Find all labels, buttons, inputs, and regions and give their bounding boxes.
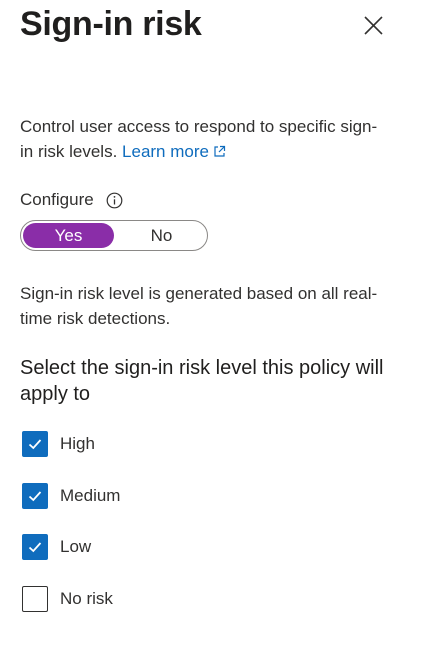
checkbox-high-box[interactable] xyxy=(22,431,48,457)
risk-level-note: Sign-in risk level is generated based on… xyxy=(20,284,378,328)
checkbox-no-risk-label: No risk xyxy=(60,589,113,608)
learn-more-link[interactable]: Learn more xyxy=(122,142,226,161)
checkbox-low[interactable]: Low xyxy=(22,534,91,560)
external-link-icon xyxy=(214,145,226,157)
checkmark-icon xyxy=(28,439,42,450)
checkbox-medium[interactable]: Medium xyxy=(22,483,120,509)
risk-level-heading: Select the sign-in risk level this polic… xyxy=(20,357,384,405)
checkbox-medium-label: Medium xyxy=(60,486,121,505)
checkbox-no-risk[interactable]: No risk xyxy=(22,586,113,612)
description: Control user access to respond to specif… xyxy=(20,114,390,164)
close-icon xyxy=(364,16,383,35)
checkmark-icon xyxy=(28,491,42,502)
checkbox-high[interactable]: High xyxy=(22,431,95,457)
configure-label: Configure xyxy=(20,190,94,209)
toggle-yes[interactable]: Yes xyxy=(23,223,114,248)
checkbox-medium-box[interactable] xyxy=(22,483,48,509)
page-title: Sign-in risk xyxy=(20,5,202,43)
info-icon[interactable] xyxy=(106,192,123,209)
learn-more-label: Learn more xyxy=(122,142,209,161)
sign-in-risk-panel: Sign-in risk Control user access to resp… xyxy=(0,0,428,645)
configure-row: Configure xyxy=(20,190,123,210)
checkbox-no-risk-box[interactable] xyxy=(22,586,48,612)
close-button[interactable] xyxy=(360,12,388,40)
toggle-no[interactable]: No xyxy=(116,221,207,250)
checkbox-low-box[interactable] xyxy=(22,534,48,560)
configure-toggle: Yes No xyxy=(20,220,208,251)
checkmark-icon xyxy=(28,542,42,553)
checkbox-high-label: High xyxy=(60,434,95,453)
checkbox-low-label: Low xyxy=(60,537,92,556)
